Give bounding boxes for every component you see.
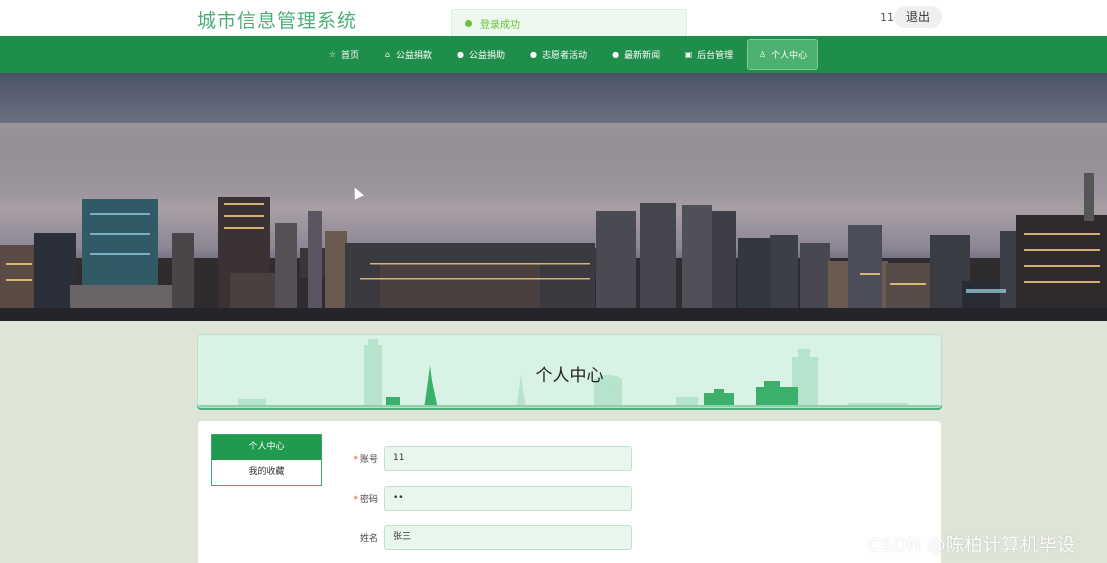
nav-item-label: 首页 [341, 51, 360, 61]
form-row-name: 姓名 张三 [348, 525, 632, 550]
skyline-image [0, 123, 1107, 321]
site-title[interactable]: 城市信息管理系统 [197, 6, 357, 33]
account-label-text: 账号 [359, 455, 378, 465]
csdn-watermark: CSDN @陈柏计算机毕设 [868, 535, 1076, 556]
nav-item-label: 最新新闻 [624, 51, 661, 61]
required-mark: * [353, 455, 358, 465]
nav-item-volunteer[interactable]: ● 志愿者活动 [519, 39, 597, 70]
account-label: * 账号 [348, 452, 378, 465]
password-label-text: 密码 [359, 495, 378, 505]
nav-item-aid[interactable]: ● 公益捐助 [446, 39, 515, 70]
top-bar: 城市信息管理系统 登录成功 11 退出 [0, 0, 1107, 37]
profile-side-menu: 个人中心 我的收藏 [211, 434, 322, 486]
nav-item-label: 后台管理 [697, 51, 734, 61]
nav-item-label: 公益捐款 [396, 51, 433, 61]
form-row-password: * 密码 •• [348, 486, 632, 511]
bag-icon: ⌂ [384, 50, 391, 59]
nav-item-admin[interactable]: ▣ 后台管理 [674, 39, 743, 70]
profile-content-card: 个人中心 我的收藏 * 账号 11 * 密码 •• 姓名 张三 [198, 421, 941, 563]
account-input[interactable]: 11 [384, 446, 632, 471]
form-row-account: * 账号 11 [348, 446, 632, 471]
success-dot-icon [465, 19, 472, 27]
logout-button[interactable]: 退出 [894, 6, 942, 28]
page-title: 个人中心 [535, 366, 604, 386]
nav-items: ☆ 首页 ⌂ 公益捐款 ● 公益捐助 ● 志愿者活动 ● 最新新闻 ▣ 后台管理… [318, 39, 822, 70]
star-icon: ☆ [328, 50, 337, 59]
login-success-toast: 登录成功 [451, 9, 687, 37]
page-header-card: 个人中心 [197, 334, 942, 408]
required-mark: * [353, 495, 358, 505]
nav-item-label: 志愿者活动 [542, 51, 588, 61]
name-label: 姓名 [359, 534, 378, 544]
info-circle-icon: ● [612, 50, 620, 59]
nav-item-home[interactable]: ☆ 首页 [318, 39, 369, 70]
nav-item-news[interactable]: ● 最新新闻 [601, 39, 670, 70]
box-icon: ▣ [684, 50, 693, 59]
side-item-profile[interactable]: 个人中心 [212, 435, 321, 460]
user-icon: ♙ [759, 50, 767, 59]
password-input[interactable]: •• [384, 486, 632, 511]
main-nav: ☆ 首页 ⌂ 公益捐款 ● 公益捐助 ● 志愿者活动 ● 最新新闻 ▣ 后台管理… [0, 36, 1107, 73]
toast-message: 登录成功 [480, 19, 520, 31]
city-skyline-banner[interactable] [0, 73, 1107, 321]
nav-item-donation[interactable]: ⌂ 公益捐款 [373, 39, 442, 70]
name-input[interactable]: 张三 [384, 525, 632, 550]
nav-item-profile[interactable]: ♙ 个人中心 [747, 39, 819, 70]
password-label: * 密码 [348, 492, 378, 505]
nav-item-label: 公益捐助 [469, 51, 506, 61]
current-user-id: 11 [880, 11, 894, 24]
nav-item-label: 个人中心 [771, 51, 808, 61]
info-circle-icon: ● [530, 50, 538, 59]
side-item-favorites[interactable]: 我的收藏 [212, 460, 321, 485]
info-circle-icon: ● [457, 50, 465, 59]
